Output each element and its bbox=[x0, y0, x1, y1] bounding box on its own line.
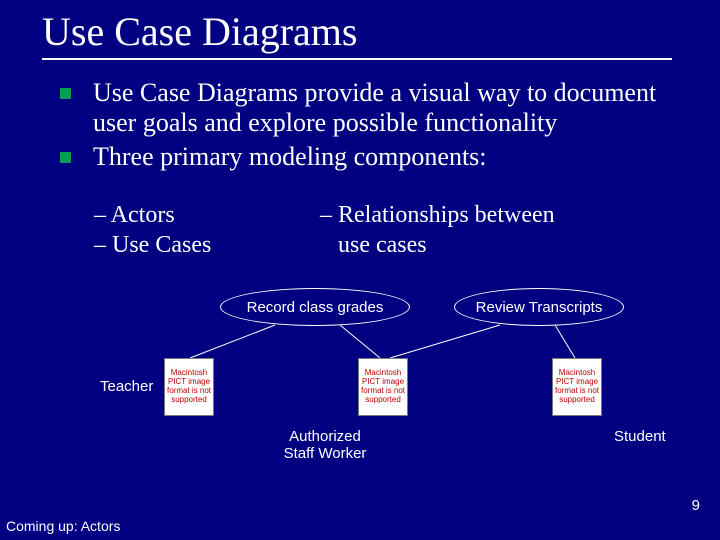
use-case-record-grades: Record class grades bbox=[220, 288, 410, 326]
use-case-review-transcripts: Review Transcripts bbox=[454, 288, 624, 326]
slide: Use Case Diagrams Use Case Diagrams prov… bbox=[0, 0, 720, 540]
use-case-diagram: Record class grades Review Transcripts M… bbox=[0, 0, 720, 540]
use-case-label: Record class grades bbox=[247, 299, 384, 316]
actor-staff-icon: Macintosh PICT image format is not suppo… bbox=[358, 358, 408, 416]
actor-staff-label: Authorized Staff Worker bbox=[280, 428, 370, 462]
image-placeholder-text: Macintosh PICT image format is not suppo… bbox=[555, 369, 599, 404]
actor-student-label: Student bbox=[614, 428, 666, 445]
image-placeholder-text: Macintosh PICT image format is not suppo… bbox=[167, 369, 211, 404]
use-case-label: Review Transcripts bbox=[476, 299, 603, 316]
footer-text: Coming up: Actors bbox=[6, 518, 120, 534]
actor-teacher-icon: Macintosh PICT image format is not suppo… bbox=[164, 358, 214, 416]
actor-student-icon: Macintosh PICT image format is not suppo… bbox=[552, 358, 602, 416]
actor-teacher-label: Teacher bbox=[100, 378, 153, 395]
page-number: 9 bbox=[692, 497, 700, 514]
image-placeholder-text: Macintosh PICT image format is not suppo… bbox=[361, 369, 405, 404]
